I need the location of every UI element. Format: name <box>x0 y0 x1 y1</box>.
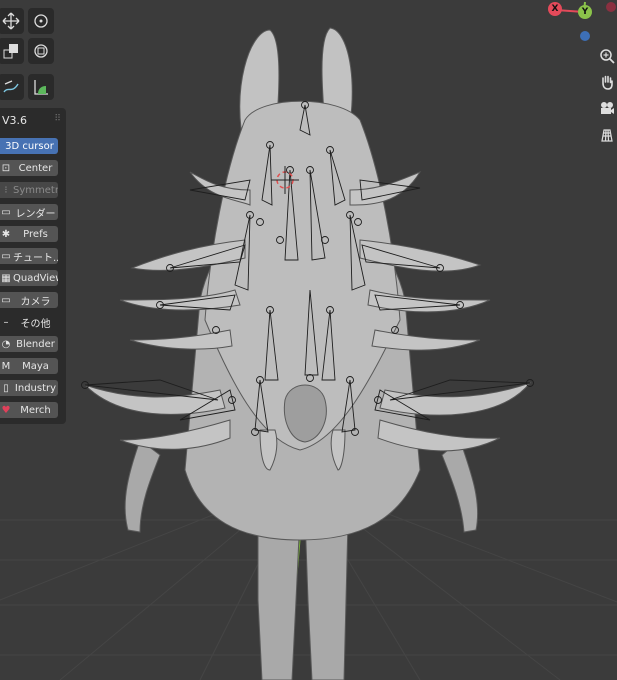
transform-tool-button[interactable] <box>28 38 54 64</box>
render-button[interactable]: ▭ レンダー <box>0 204 58 220</box>
symmetry-button[interactable]: ⁝ Symmetry <box>0 182 58 198</box>
maya-button[interactable]: M Maya <box>0 358 58 374</box>
3d-cursor-button[interactable]: 3D cursor <box>0 138 58 154</box>
camera-view-button[interactable] <box>596 97 617 119</box>
button-label: カメラ <box>20 296 51 308</box>
rotate-tool-button[interactable] <box>28 8 54 34</box>
button-label: Prefs <box>23 228 48 240</box>
gear-icon: ✱ <box>1 228 11 240</box>
measure-icon <box>34 80 48 95</box>
button-label: Blender <box>16 338 55 350</box>
button-label: QuadView <box>13 272 58 284</box>
button-label: レンダー <box>15 208 56 220</box>
scale-tool-button[interactable] <box>0 38 24 64</box>
button-label: チュート... <box>13 252 58 264</box>
quadview-button[interactable]: ▦ QuadView <box>0 270 58 286</box>
render-icon: ▭ <box>1 206 11 218</box>
blender-button[interactable]: ◔ Blender <box>0 336 58 352</box>
button-label: Center <box>18 162 53 174</box>
y-axis-label: Y <box>581 7 589 17</box>
tutorial-button[interactable]: ▭ チュート... <box>0 248 58 264</box>
industry-button[interactable]: ▯ Industry <box>0 380 58 396</box>
z-axis-handle[interactable] <box>580 31 590 41</box>
ortho-grid-icon <box>601 129 613 142</box>
neg-x-axis-handle[interactable] <box>606 2 616 12</box>
viewport-scene <box>0 27 617 680</box>
pan-button[interactable] <box>596 71 617 93</box>
camera-button[interactable]: ▭ カメラ <box>0 292 58 308</box>
collapse-icon: – <box>3 316 9 328</box>
measure-tool-button[interactable] <box>28 74 54 100</box>
x-axis-handle[interactable]: X <box>548 2 562 16</box>
transform-icon <box>34 44 48 58</box>
industry-icon: ▯ <box>3 382 9 394</box>
hand-pan-icon <box>602 75 613 90</box>
x-axis-label: X <box>551 4 559 14</box>
annotate-icon <box>3 80 19 93</box>
blender-icon: ◔ <box>1 338 11 350</box>
addon-version: V3.6 <box>2 114 28 127</box>
center-button[interactable]: ⊡ Center <box>0 160 58 176</box>
addon-panel: V3.6 ⠿ 3D cursor ⊡ Center ⁝ Symmetry ▭ レ… <box>0 108 66 424</box>
move-tool-button[interactable] <box>0 8 24 34</box>
quadview-icon: ▦ <box>1 272 11 284</box>
camera-view-icon <box>601 102 614 114</box>
3d-viewport[interactable] <box>0 0 617 680</box>
button-label: Symmetry <box>13 184 58 196</box>
camera-icon: ▭ <box>1 294 11 306</box>
button-label: Industry <box>14 382 57 394</box>
prefs-button[interactable]: ✱ Prefs <box>0 226 58 242</box>
symmetry-icon: ⁝ <box>4 184 8 196</box>
tutorial-icon: ▭ <box>1 250 11 262</box>
button-label: Maya <box>22 360 49 372</box>
rotate-icon <box>34 14 48 28</box>
other-section-header[interactable]: – その他 <box>0 314 58 330</box>
maya-icon: M <box>1 360 11 372</box>
move-icon <box>2 12 20 30</box>
zoom-button[interactable] <box>596 45 617 67</box>
ortho-toggle-button[interactable] <box>596 124 617 146</box>
button-label: その他 <box>20 318 51 330</box>
button-label: 3D cursor <box>5 140 54 152</box>
button-label: Merch <box>20 404 51 416</box>
y-axis-handle[interactable]: Y <box>578 5 592 19</box>
center-icon: ⊡ <box>1 162 11 174</box>
heart-icon: ♥ <box>1 404 11 416</box>
drag-grip-icon[interactable]: ⠿ <box>54 114 61 124</box>
merch-button[interactable]: ♥ Merch <box>0 402 58 418</box>
zoom-icon <box>600 49 615 64</box>
scale-icon <box>3 44 18 59</box>
annotate-tool-button[interactable] <box>0 74 24 100</box>
